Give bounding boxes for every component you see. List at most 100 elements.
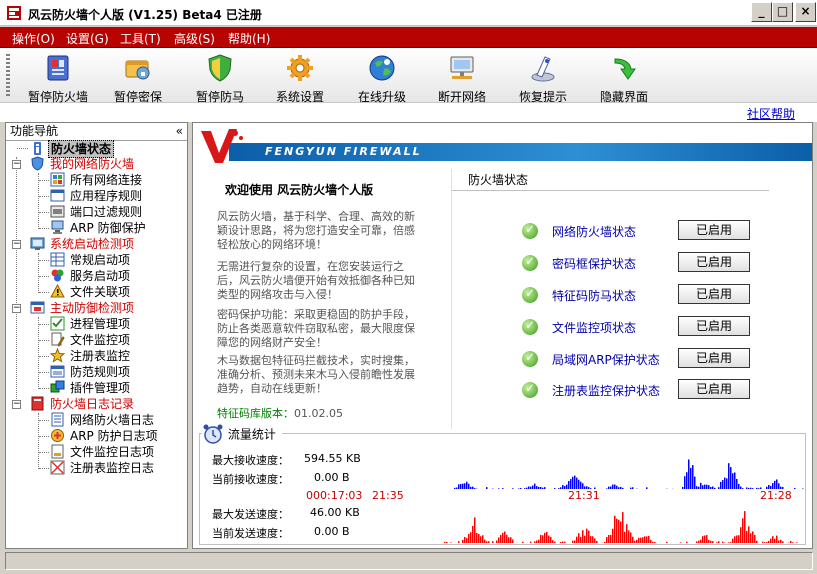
menu-tools[interactable]: 工具(T) (120, 30, 161, 47)
tree-arp-protect[interactable]: ARP 防御保护 (50, 220, 180, 236)
traffic-bar (646, 536, 648, 543)
collapse-sidebar-button[interactable]: « (176, 123, 183, 140)
arp-log-icon (51, 429, 64, 442)
status-label[interactable]: 网络防火墙状态 (552, 223, 636, 240)
info-icon (34, 142, 41, 155)
registry-monitor-toggle-button[interactable]: 已启用 (678, 379, 750, 399)
firewall-status-panel: 防火墙状态 网络防火墙状态 已启用 密码框保护状态 已启用 特征码防马状态 已启… (451, 169, 769, 429)
menu-operate[interactable]: 操作(O) (12, 30, 55, 47)
pause-password-protect-button[interactable]: 暂停密保 (98, 53, 178, 104)
status-label[interactable]: 注册表监控保护状态 (552, 382, 660, 399)
traffic-bar (718, 487, 720, 489)
tree-arp-log[interactable]: ARP 防护日志项 (50, 428, 180, 444)
status-row-lan-arp: 局域网ARP保护状态 已启用 (522, 348, 762, 370)
password-box-toggle-button[interactable]: 已启用 (678, 252, 750, 272)
traffic-bar (742, 488, 744, 489)
restore-hint-button[interactable]: 恢复提示 (503, 53, 583, 104)
traffic-bar (756, 487, 758, 489)
traffic-bar (534, 483, 536, 489)
traffic-bar (702, 536, 704, 543)
traffic-bar (790, 541, 792, 543)
warning-icon (50, 284, 65, 298)
defense-window-icon (30, 301, 45, 314)
toolbar-grip[interactable] (6, 54, 10, 98)
tree-system-startup[interactable]: 系统启动检测项 (30, 236, 180, 252)
traffic-bar (774, 480, 776, 489)
traffic-bar (776, 535, 778, 543)
tree-network-firewall-log[interactable]: 网络防火墙日志 (50, 412, 180, 428)
status-label[interactable]: 局域网ARP保护状态 (552, 351, 660, 368)
traffic-bar (778, 483, 780, 489)
tree-line (38, 413, 39, 469)
tree-firewall-status[interactable]: 防火墙状态 (30, 140, 180, 158)
cur-send-label: 当前发送速度： (212, 527, 289, 540)
traffic-bar (544, 487, 546, 489)
tree-process-manage[interactable]: 进程管理项 (50, 316, 180, 332)
tree-line (39, 340, 49, 341)
traffic-bar (640, 537, 642, 543)
traffic-bar (740, 486, 742, 489)
minimize-button[interactable]: _ (751, 2, 772, 22)
community-help-link[interactable]: 社区帮助 (747, 105, 795, 122)
traffic-bar (486, 487, 488, 489)
expand-toggle[interactable]: − (12, 160, 21, 169)
traffic-bar (536, 486, 538, 489)
traffic-bar (594, 538, 596, 543)
traffic-bar (482, 535, 484, 543)
traffic-bar (780, 486, 782, 489)
traffic-bar (610, 534, 612, 543)
tree-file-association[interactable]: 文件关联项 (50, 284, 180, 300)
traffic-bar (698, 486, 700, 489)
tree-my-network-firewall[interactable]: 我的网络防火墙 (30, 156, 180, 172)
tree-defense-rules[interactable]: 防范规则项 (50, 364, 180, 380)
file-monitor-toggle-button[interactable]: 已启用 (678, 316, 750, 336)
traffic-bar (470, 486, 472, 489)
status-label[interactable]: 特征码防马状态 (552, 287, 636, 304)
traffic-bar (522, 541, 524, 543)
traffic-bar (704, 535, 706, 543)
expand-toggle[interactable]: − (12, 304, 21, 313)
traffic-bar (496, 540, 498, 543)
tree-app-rules[interactable]: 应用程序规则 (50, 188, 180, 204)
tree-file-monitor-log[interactable]: 文件监控日志项 (50, 444, 180, 460)
tree-line (39, 388, 49, 389)
traffic-bar (538, 539, 540, 543)
menu-advanced[interactable]: 高级(S) (174, 30, 215, 47)
tree-plugin-manage[interactable]: 插件管理项 (50, 380, 180, 396)
maximize-button[interactable]: □ (772, 2, 793, 22)
traffic-bar (728, 542, 730, 543)
traffic-bar (764, 542, 766, 543)
status-label[interactable]: 密码框保护状态 (552, 255, 636, 272)
network-firewall-toggle-button[interactable]: 已启用 (678, 220, 750, 240)
log-book-icon (31, 396, 44, 411)
disconnect-network-button[interactable]: 断开网络 (422, 53, 502, 104)
tree-registry-log[interactable]: 注册表监控日志 (50, 460, 180, 476)
online-update-button[interactable]: 在线升级 (342, 53, 422, 104)
tree-port-filter[interactable]: 端口过滤规则 (50, 204, 180, 220)
signature-trojan-toggle-button[interactable]: 已启用 (678, 284, 750, 304)
expand-toggle[interactable]: − (12, 400, 21, 409)
pause-anti-trojan-button[interactable]: 暂停防马 (180, 53, 260, 104)
tree-file-monitor[interactable]: 文件监控项 (50, 332, 180, 348)
pause-firewall-button[interactable]: 暂停防火墙 (18, 53, 98, 104)
menu-settings[interactable]: 设置(G) (66, 30, 109, 47)
menu-help[interactable]: 帮助(H) (228, 30, 270, 47)
hide-interface-button[interactable]: 隐藏界面 (584, 53, 664, 104)
tree-registry-monitor[interactable]: 注册表监控 (50, 348, 180, 364)
traffic-title: 流量统计 (227, 427, 276, 442)
tree-all-connections[interactable]: 所有网络连接 (50, 172, 180, 188)
traffic-bar (566, 484, 568, 489)
expand-toggle[interactable]: − (12, 240, 21, 249)
traffic-bar (536, 540, 538, 543)
lan-arp-toggle-button[interactable]: 已启用 (678, 348, 750, 368)
traffic-bar (704, 484, 706, 489)
tree-service-startup[interactable]: 服务启动项 (50, 268, 180, 284)
close-button[interactable]: × (795, 2, 816, 22)
system-settings-button[interactable]: 系统设置 (260, 53, 340, 104)
tree-active-defense[interactable]: 主动防御检测项 (30, 300, 180, 316)
firewall-icon (47, 55, 69, 81)
tree-normal-startup[interactable]: 常规启动项 (50, 252, 180, 268)
tree-firewall-logs[interactable]: 防火墙日志记录 (30, 396, 180, 412)
traffic-bar (458, 541, 460, 543)
status-label[interactable]: 文件监控项状态 (552, 319, 636, 336)
